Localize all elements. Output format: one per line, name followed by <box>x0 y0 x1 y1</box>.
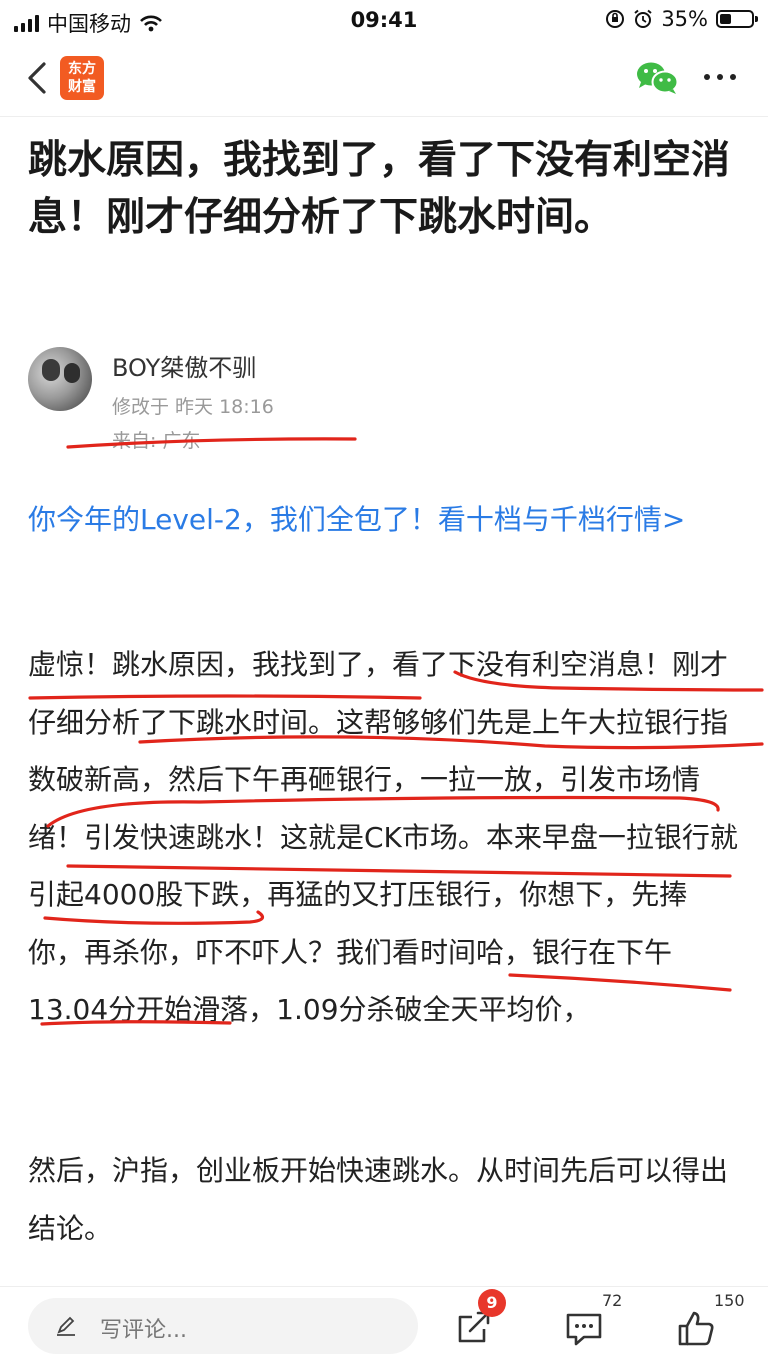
back-icon <box>28 62 46 94</box>
like-button[interactable]: 150 <box>676 1291 745 1357</box>
bottom-action-bar: 写评论... 9 72 150 <box>0 1286 768 1368</box>
avatar[interactable] <box>28 347 92 411</box>
eastmoney-logo: 东方 财富 <box>60 56 104 100</box>
logo-line-2: 财富 <box>68 79 96 95</box>
more-icon <box>704 74 710 80</box>
comments-button[interactable]: 72 <box>564 1291 624 1357</box>
alarm-icon <box>634 9 652 28</box>
comment-placeholder: 写评论... <box>100 1318 187 1343</box>
status-bar: 中国移动 09:41 35% <box>0 0 768 40</box>
orientation-lock-icon <box>606 10 625 28</box>
battery-percent: 35% <box>661 7 708 31</box>
like-count: 150 <box>714 1291 745 1310</box>
more-button[interactable] <box>704 70 740 84</box>
article-title: 跳水原因，我找到了，看了下没有利空消息！刚才仔细分析了下跳水时间。 <box>28 138 731 240</box>
article-paragraph: 虚惊！跳水原因，我找到了，看了下没有利空消息！刚才仔细分析了下跳水时间。这帮够够… <box>28 648 738 1026</box>
status-right: 35% <box>605 7 758 31</box>
comment-count: 72 <box>602 1291 623 1310</box>
article-paragraph-2: 然后，沪指，创业板开始快速跳水。从时间先后可以得出结论。 <box>28 1154 729 1245</box>
share-button[interactable]: 9 <box>452 1289 512 1357</box>
battery-icon <box>716 10 758 28</box>
author-location: 来自: 广东 <box>112 430 201 452</box>
comment-icon <box>566 1313 602 1346</box>
wechat-icon <box>637 62 679 94</box>
logo-line-1: 东方 <box>68 61 96 77</box>
back-button[interactable] <box>22 58 54 98</box>
pen-icon <box>57 1316 75 1336</box>
author-name[interactable]: BOY桀傲不驯 <box>112 348 256 383</box>
comment-input[interactable]: 写评论... <box>28 1298 418 1354</box>
modified-time: 修改于 昨天 18:16 <box>112 396 274 418</box>
nav-bar: 东方 财富 <box>0 40 768 117</box>
author-block: BOY桀傲不驯 修改于 昨天 18:16 来自: 广东 <box>28 342 740 452</box>
like-icon <box>678 1311 714 1346</box>
share-badge: 9 <box>478 1289 506 1317</box>
wechat-share-button[interactable] <box>635 60 679 96</box>
level2-promo-link[interactable]: 你今年的Level-2，我们全包了！看十档与千档行情> <box>28 496 740 544</box>
